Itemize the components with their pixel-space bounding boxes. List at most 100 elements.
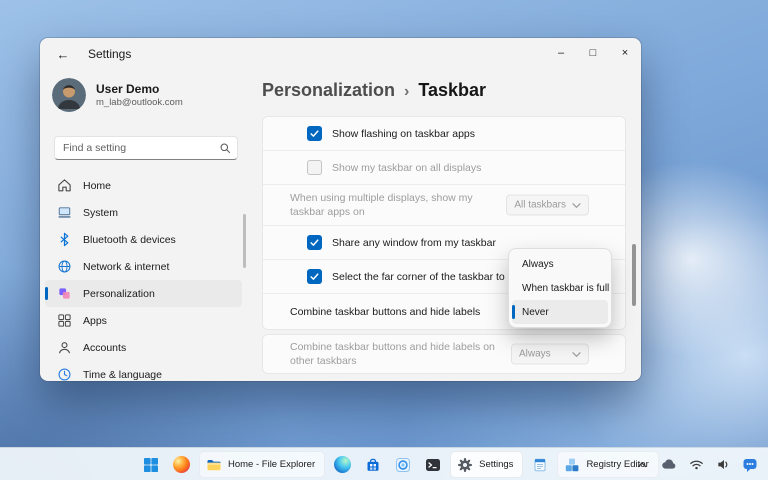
dropdown-value: All taskbars (514, 200, 566, 211)
setting-label: When using multiple displays, show my ta… (290, 191, 502, 219)
checkbox-unchecked[interactable] (307, 160, 322, 175)
breadcrumb-parent[interactable]: Personalization (262, 80, 395, 101)
setting-row-flashing[interactable]: Show flashing on taskbar apps (263, 117, 625, 151)
person-icon (57, 340, 72, 355)
tray-chevron-up[interactable] (632, 453, 652, 477)
sidebar-item-label: Home (83, 180, 111, 192)
window-controls: – □ × (545, 38, 641, 70)
taskbar-center: Home - File Explorer Settings Registry E… (138, 451, 659, 478)
sidebar-item-label: Time & language (83, 369, 162, 381)
dropdown-menu: Always When taskbar is full Never (508, 248, 612, 328)
system-tray (632, 451, 760, 478)
chevron-up-icon (636, 459, 648, 471)
sidebar-item-bluetooth[interactable]: Bluetooth & devices (45, 226, 242, 253)
dropdown-value: Always (519, 349, 551, 360)
maximize-button[interactable]: □ (577, 38, 609, 68)
avatar-image (52, 78, 86, 112)
notepad-icon (532, 457, 548, 473)
notepad-button[interactable] (527, 451, 553, 478)
checkbox-checked[interactable] (307, 269, 322, 284)
edge-icon (334, 456, 351, 473)
close-button[interactable]: × (609, 38, 641, 68)
sidebar-item-network[interactable]: Network & internet (45, 253, 242, 280)
checkbox-checked[interactable] (307, 126, 322, 141)
setting-label: Show flashing on taskbar apps (332, 128, 475, 140)
file-explorer-button[interactable]: Home - File Explorer (199, 451, 325, 478)
edge-button[interactable] (329, 451, 356, 478)
apps-grid-icon (57, 313, 72, 328)
terminal-button[interactable] (420, 451, 446, 478)
settings-sidebar: User Demo m_lab@outlook.com Home System … (40, 70, 248, 381)
settings-card-secondary: Combine taskbar buttons and hide labels … (262, 334, 626, 374)
content-scrollbar[interactable] (632, 244, 636, 306)
sidebar-item-label: Personalization (83, 288, 155, 300)
firefox-icon (173, 456, 190, 473)
setting-label: Combine taskbar buttons and hide labels … (290, 340, 502, 368)
tray-network[interactable] (686, 453, 706, 477)
setting-row-multiple-displays[interactable]: When using multiple displays, show my ta… (263, 185, 625, 226)
chevron-down-icon (572, 351, 581, 357)
back-button[interactable]: ← (50, 42, 76, 66)
menu-item-when-full[interactable]: When taskbar is full (512, 276, 608, 300)
setting-row-combine-other[interactable]: Combine taskbar buttons and hide labels … (263, 335, 625, 373)
sidebar-nav: Home System Bluetooth & devices Network … (45, 172, 242, 381)
tray-chat[interactable] (740, 453, 760, 477)
sidebar-item-system[interactable]: System (45, 199, 242, 226)
sidebar-item-time-language[interactable]: Time & language (45, 361, 242, 381)
breadcrumb-separator: › (404, 83, 409, 101)
setting-label: Combine taskbar buttons and hide labels (290, 306, 480, 318)
menu-item-label: When taskbar is full (522, 283, 609, 294)
window-titlebar[interactable]: ← Settings – □ × (40, 38, 641, 70)
clock-icon (57, 367, 72, 381)
page-title: Taskbar (418, 80, 486, 101)
home-icon (57, 178, 72, 193)
minimize-button[interactable]: – (545, 38, 577, 68)
start-button[interactable] (138, 451, 164, 478)
settings-button[interactable]: Settings (450, 451, 523, 478)
windows-logo-icon (143, 457, 159, 473)
store-button[interactable] (360, 451, 386, 478)
search-box (54, 136, 238, 160)
globe-icon (57, 259, 72, 274)
setting-label: Select the far corner of the taskbar to … (332, 271, 532, 283)
sidebar-item-label: Apps (83, 315, 107, 327)
avatar (52, 78, 86, 112)
wifi-icon (689, 457, 704, 472)
sidebar-scrollbar[interactable] (243, 214, 246, 268)
registry-editor-icon (564, 457, 580, 473)
user-name: User Demo (96, 82, 183, 97)
taskbar: Home - File Explorer Settings Registry E… (0, 447, 768, 480)
menu-item-always[interactable]: Always (512, 252, 608, 276)
search-input[interactable] (55, 142, 213, 154)
personalization-icon (57, 286, 72, 301)
tray-onedrive[interactable] (659, 453, 679, 477)
dropdown-all-taskbars[interactable]: All taskbars (506, 195, 589, 216)
taskbar-button-label: Settings (479, 459, 513, 470)
checkbox-checked[interactable] (307, 235, 322, 250)
chat-icon (742, 457, 758, 473)
search-icon[interactable] (213, 142, 237, 155)
sidebar-item-accounts[interactable]: Accounts (45, 334, 242, 361)
photos-button[interactable] (390, 451, 416, 478)
firefox-button[interactable] (168, 451, 195, 478)
breadcrumb: Personalization › Taskbar (262, 80, 486, 101)
sidebar-item-label: Accounts (83, 342, 126, 354)
sidebar-item-label: System (83, 207, 118, 219)
user-identity: User Demo m_lab@outlook.com (96, 82, 183, 108)
menu-item-never[interactable]: Never (512, 300, 608, 324)
dropdown-always[interactable]: Always (511, 344, 589, 365)
sidebar-item-personalization[interactable]: Personalization (45, 280, 242, 307)
system-icon (57, 205, 72, 220)
menu-item-label: Always (522, 259, 554, 270)
cloud-icon (661, 457, 677, 473)
sidebar-item-apps[interactable]: Apps (45, 307, 242, 334)
menu-item-label: Never (522, 307, 549, 318)
terminal-icon (425, 457, 441, 473)
photos-icon (395, 457, 411, 473)
user-account[interactable]: User Demo m_lab@outlook.com (52, 78, 183, 112)
chevron-down-icon (572, 202, 581, 208)
setting-row-all-displays[interactable]: Show my taskbar on all displays (263, 151, 625, 185)
sidebar-item-home[interactable]: Home (45, 172, 242, 199)
tray-volume[interactable] (713, 453, 733, 477)
setting-label: Share any window from my taskbar (332, 237, 496, 249)
